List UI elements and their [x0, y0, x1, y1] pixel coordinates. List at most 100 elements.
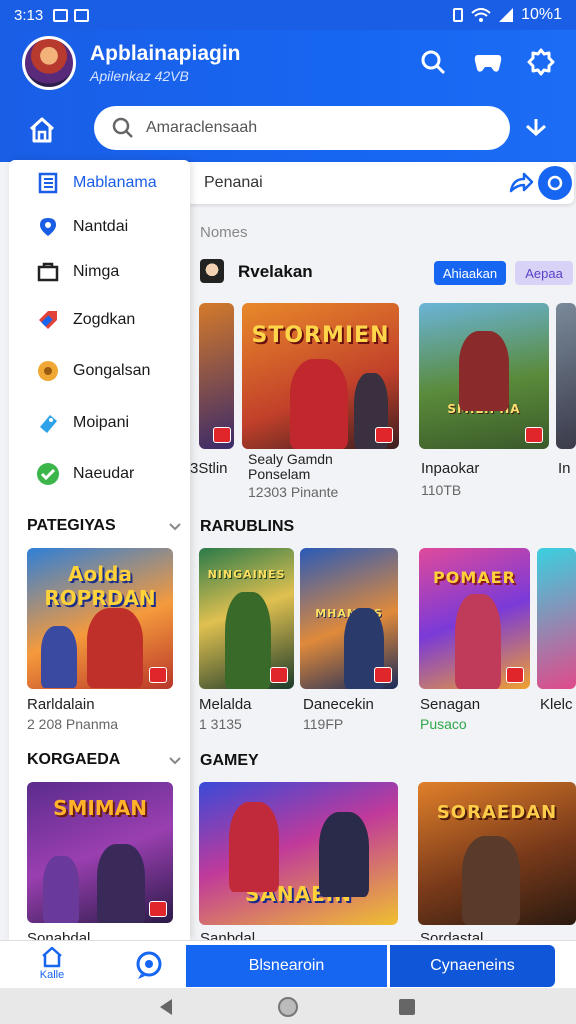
drawer-item-0[interactable]: Mablanama — [9, 163, 190, 203]
drawer-item-label: Moipani — [73, 414, 130, 431]
character-art — [459, 331, 509, 411]
rating-badge-icon — [149, 667, 167, 683]
search-icon — [112, 117, 133, 138]
game-card[interactable] — [199, 303, 234, 449]
rating-badge-icon — [213, 427, 231, 443]
drawer-item-4[interactable]: Gongalsan — [9, 351, 190, 391]
tab-home[interactable]: Kalle — [22, 945, 82, 987]
filter-chip[interactable]: Aepaa — [515, 261, 573, 285]
game-card[interactable]: SMIMAN — [27, 782, 173, 923]
settings-icon[interactable] — [525, 46, 557, 78]
card-title: Sonabdal — [27, 930, 91, 940]
search-bar[interactable] — [94, 106, 510, 150]
home-icon[interactable] — [24, 112, 60, 148]
card-title: Klelc — [540, 696, 573, 713]
refresh-button[interactable] — [538, 166, 572, 200]
drawer-item-5[interactable]: Moipani — [9, 403, 190, 443]
card-title: In — [558, 460, 571, 477]
side-drawer: Mablanama Nantdai Nimga Zogdkan Gongalsa… — [9, 160, 190, 940]
rating-badge-icon — [375, 427, 393, 443]
avatar[interactable] — [22, 36, 76, 90]
card-meta: 12303 Pinante — [248, 484, 339, 500]
game-card[interactable]: STORMIEN — [242, 303, 399, 449]
search-icon[interactable] — [417, 46, 449, 78]
character-art — [97, 844, 145, 923]
refresh-icon — [547, 175, 563, 191]
card-title: Danecekin — [303, 696, 374, 713]
game-card[interactable]: NINGAINES — [199, 548, 294, 689]
secondary-bar: Penanai — [186, 162, 574, 204]
tag-icon — [33, 305, 63, 335]
drawer-item-6[interactable]: Naeudar — [9, 454, 190, 494]
game-card[interactable]: SMILIPIIA — [419, 303, 549, 449]
game-card[interactable]: SORAEDAN — [418, 782, 576, 925]
back-icon[interactable] — [158, 998, 174, 1016]
primary-action-button[interactable]: Blsnearoin — [186, 945, 387, 987]
document-list-icon — [33, 168, 63, 198]
filter-chip[interactable]: Ahiaakan — [434, 261, 506, 285]
character-art — [319, 812, 369, 897]
tab-chat[interactable] — [130, 947, 170, 983]
system-nav-bar — [0, 988, 576, 1024]
coin-icon — [33, 356, 63, 386]
section-title: RARUBLINS — [200, 518, 295, 535]
character-art — [225, 592, 271, 689]
game-card[interactable]: MHAMUIS — [300, 548, 398, 689]
chevron-down-icon[interactable] — [167, 753, 183, 769]
game-card[interactable] — [556, 303, 576, 449]
card-meta: 110TB — [421, 482, 462, 498]
character-art — [87, 608, 143, 688]
card-title: Senagan — [420, 696, 481, 713]
recents-icon[interactable] — [398, 998, 416, 1016]
character-art — [455, 594, 501, 689]
label-icon — [33, 408, 63, 438]
share-icon[interactable] — [508, 171, 534, 195]
drawer-item-1[interactable]: Nantdai — [9, 207, 190, 247]
drawer-item-3[interactable]: Zogdkan — [9, 300, 190, 340]
chevron-down-icon[interactable] — [167, 519, 183, 535]
filter-icon[interactable] — [518, 114, 554, 144]
game-logo: SORAEDAN — [436, 802, 558, 824]
content-label: Nomes — [200, 224, 248, 241]
app-title: Apblainapiagin — [90, 42, 241, 65]
card-title: Rarldalain — [27, 696, 95, 713]
game-logo: NINGAINES — [207, 567, 286, 581]
card-meta: 2 208 Pnanma — [27, 716, 119, 732]
briefcase-icon — [33, 257, 63, 287]
drawer-section-title: PATEGIYAS — [27, 517, 116, 534]
rating-badge-icon — [270, 667, 288, 683]
developer-name: Rvelakan — [238, 262, 313, 281]
card-title: Sordastal — [420, 930, 484, 940]
game-card[interactable]: POMAER — [419, 548, 530, 689]
status-time: 3:13 — [14, 6, 44, 24]
game-card[interactable]: Aolda ROPRDAN — [27, 548, 173, 689]
rating-badge-icon — [149, 901, 167, 917]
rating-badge-icon — [506, 667, 524, 683]
game-logo: Aolda ROPRDAN — [44, 562, 156, 610]
character-art — [462, 836, 520, 925]
check-circle-icon — [33, 459, 63, 489]
search-input[interactable] — [146, 119, 466, 137]
game-card[interactable]: SANAEIN — [199, 782, 398, 925]
secondary-action-button[interactable]: Cynaeneins — [390, 945, 555, 987]
rating-badge-icon — [374, 667, 392, 683]
gamepad-icon[interactable] — [472, 46, 504, 78]
app-subtitle: Apilenkaz 42VB — [90, 68, 189, 84]
drawer-item-2[interactable]: Nimga — [9, 252, 190, 292]
location-pin-icon — [33, 212, 63, 242]
game-card[interactable] — [537, 548, 576, 689]
home-nav-icon[interactable] — [277, 996, 299, 1018]
drawer-item-label: Zogdkan — [73, 311, 136, 328]
character-art — [290, 359, 348, 449]
status-bar: 3:13 10%1 — [0, 0, 576, 30]
game-logo: POMAER — [433, 567, 516, 587]
app-header: Apblainapiagin Apilenkaz 42VB — [0, 30, 576, 162]
secondary-bar-label: Penanai — [204, 174, 263, 191]
drawer-item-label: Nimga — [73, 263, 120, 280]
vibrate-icon — [453, 8, 464, 22]
rating-badge-icon — [525, 427, 543, 443]
home-icon — [42, 946, 62, 968]
card-meta: 1 3135 — [199, 716, 242, 732]
wifi-icon — [471, 8, 491, 22]
developer-avatar — [200, 259, 224, 283]
